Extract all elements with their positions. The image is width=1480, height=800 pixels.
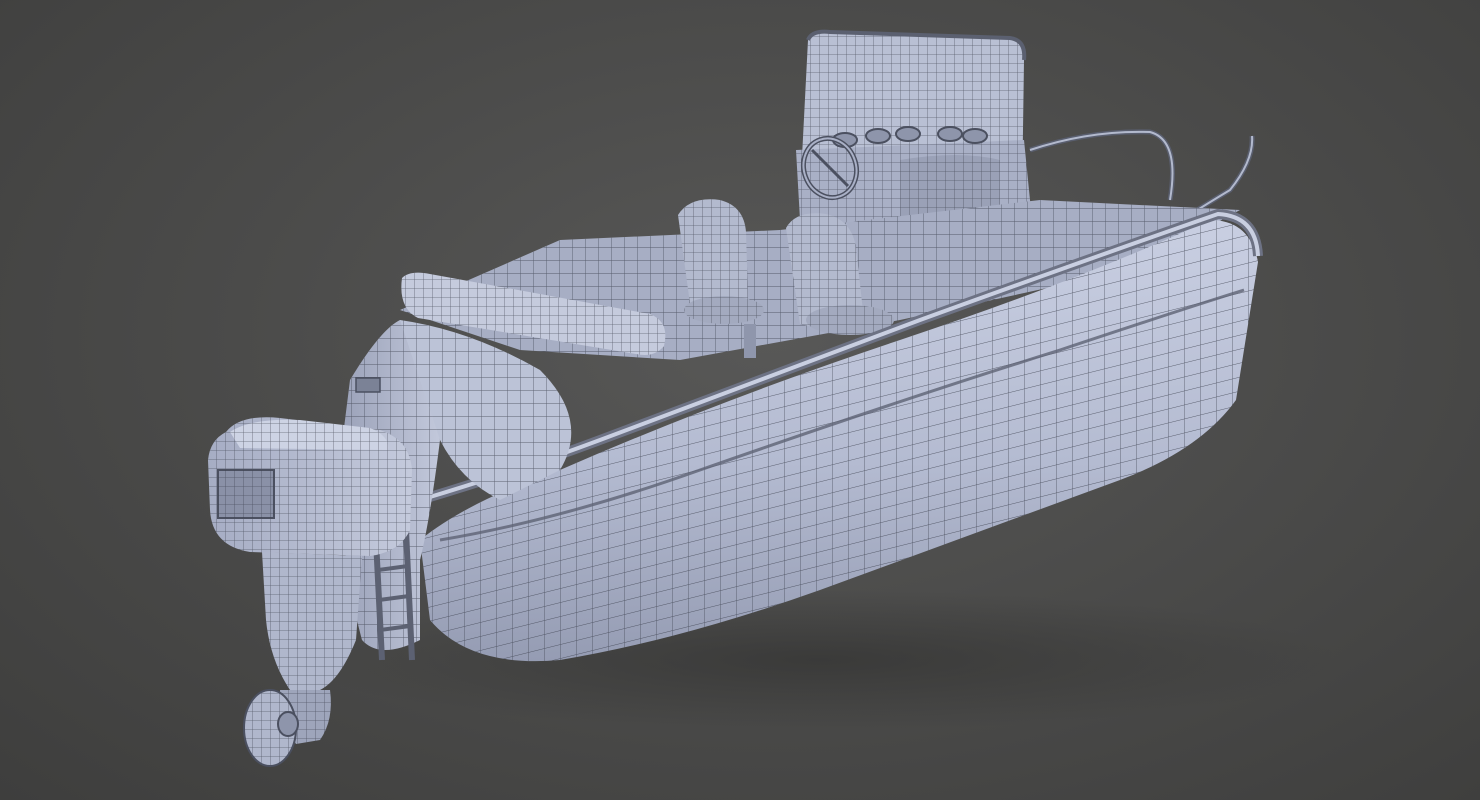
render-viewport	[0, 0, 1480, 800]
bow-rail	[1029, 129, 1175, 201]
boat-render	[208, 29, 1340, 767]
